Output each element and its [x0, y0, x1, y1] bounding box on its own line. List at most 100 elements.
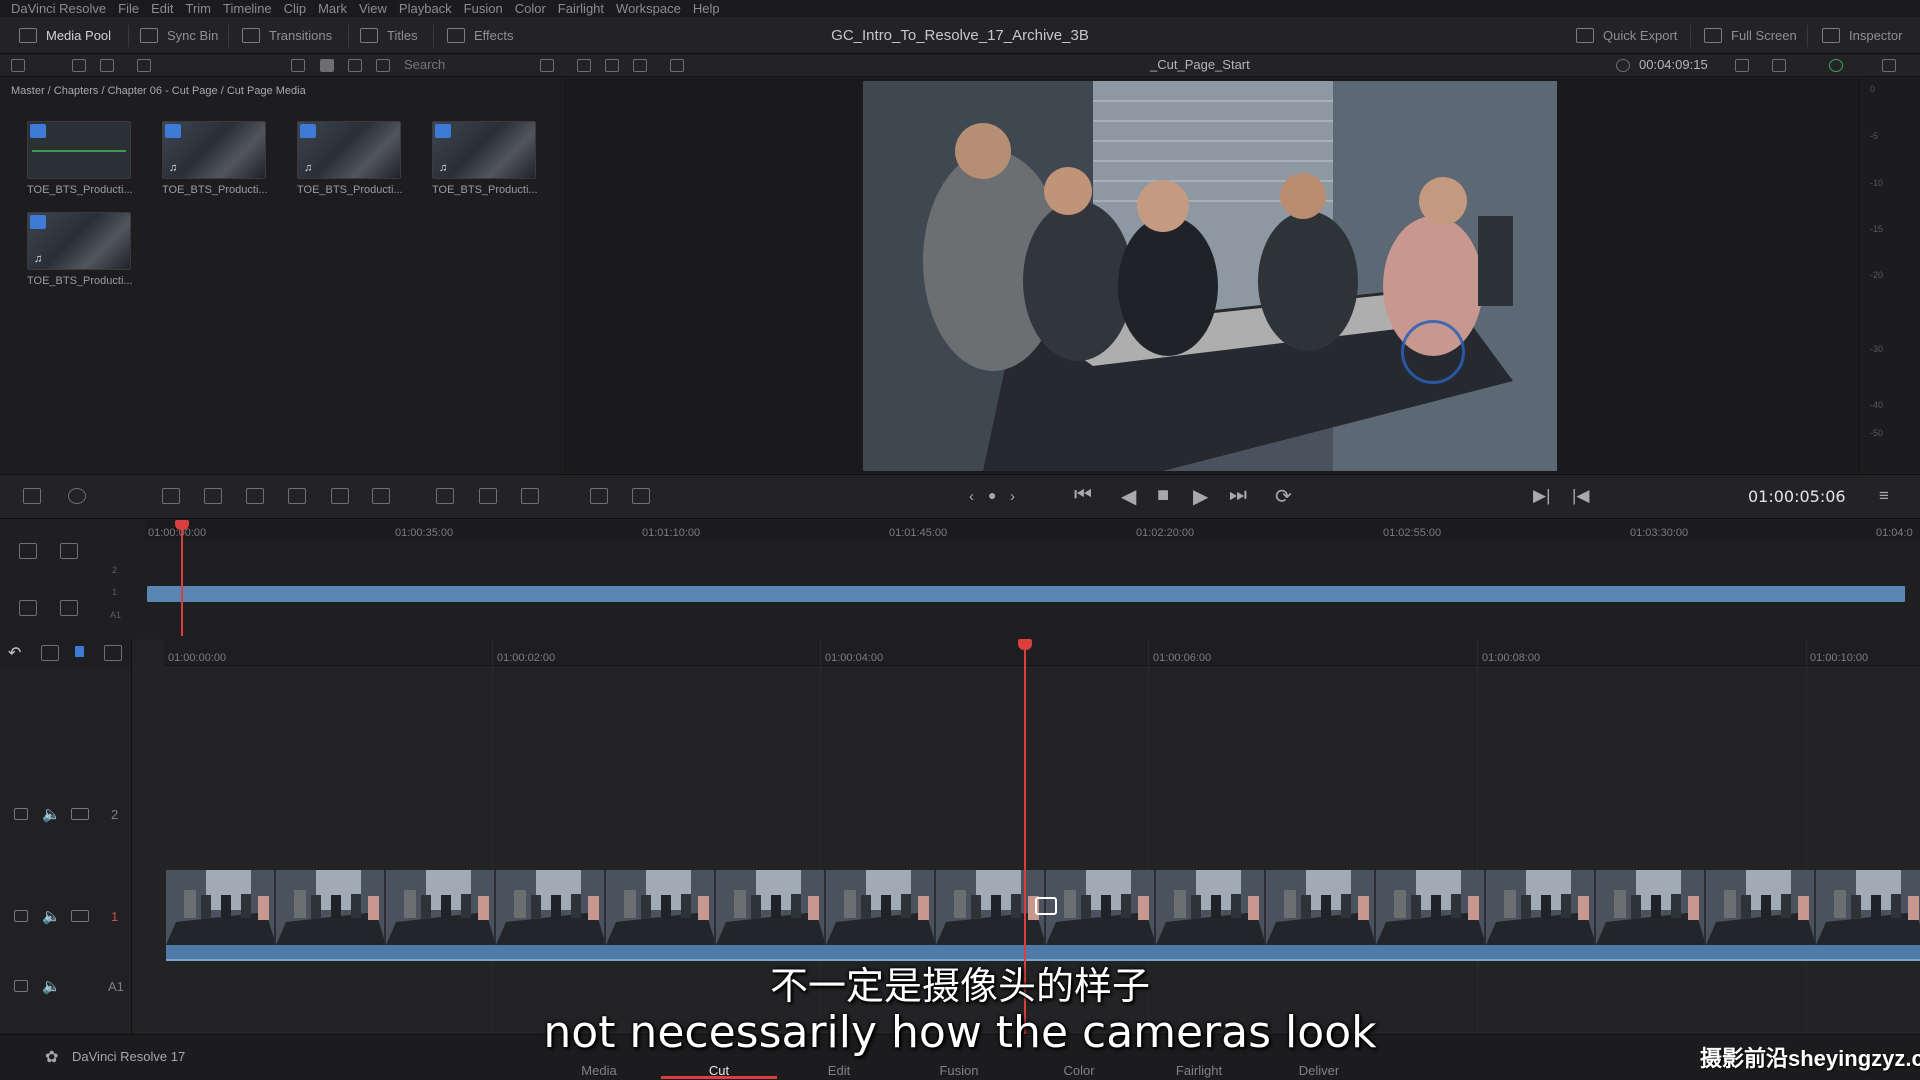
titles-button[interactable]: Titles — [360, 17, 418, 54]
media-clip[interactable]: TOE_BTS_Producti... — [27, 121, 135, 196]
page-tab-fairlight[interactable]: Fairlight — [1159, 1063, 1239, 1078]
list-view-icon[interactable] — [376, 59, 390, 72]
append-icon[interactable] — [162, 488, 180, 504]
speaker-icon[interactable]: 🔈 — [42, 977, 61, 995]
speaker-icon[interactable]: 🔈 — [42, 907, 61, 925]
menu-edit[interactable]: Edit — [151, 1, 173, 16]
go-to-end-icon[interactable]: ⏭ — [1229, 484, 1247, 507]
mark-out-icon[interactable]: |◀ — [1572, 486, 1590, 506]
thumbnail-view-icon[interactable] — [291, 59, 305, 72]
import-folder-icon[interactable] — [100, 59, 114, 72]
play-icon[interactable]: ▶ — [1193, 484, 1208, 509]
loop-icon[interactable]: ⟳ — [1275, 484, 1292, 509]
menu-timeline[interactable]: Timeline — [223, 1, 272, 16]
scissors-icon[interactable] — [68, 488, 86, 504]
track-visibility-icon[interactable] — [71, 808, 89, 820]
upper-playhead[interactable] — [181, 522, 183, 636]
menu-file[interactable]: File — [118, 1, 139, 16]
lock-icon[interactable] — [14, 980, 28, 992]
go-to-start-icon[interactable]: ⏮ — [1074, 484, 1092, 507]
menu-playback[interactable]: Playback — [399, 1, 452, 16]
menu-mark[interactable]: Mark — [318, 1, 347, 16]
close-up-icon[interactable] — [246, 488, 264, 504]
menu-app[interactable]: DaVinci Resolve — [11, 1, 106, 16]
sort-icon[interactable] — [540, 59, 554, 72]
sidebar-toggle-icon[interactable] — [11, 59, 25, 72]
audio-meter-toggle-icon[interactable] — [60, 600, 78, 616]
search-input[interactable]: Search — [404, 57, 445, 72]
audio-track-options-icon[interactable] — [19, 600, 37, 616]
lower-timeline[interactable] — [0, 639, 1920, 1034]
lock-icon[interactable] — [14, 808, 28, 820]
transform-icon[interactable] — [1772, 59, 1786, 72]
sync-status-icon[interactable] — [1829, 59, 1843, 72]
effects-button[interactable]: Effects — [447, 17, 514, 54]
overwrite-icon[interactable] — [372, 488, 390, 504]
marker-icon[interactable] — [75, 646, 84, 657]
track-zoom-icon[interactable] — [60, 543, 78, 559]
viewer-frame[interactable] — [863, 81, 1557, 471]
grid-view-icon[interactable] — [320, 59, 334, 72]
menu-workspace[interactable]: Workspace — [616, 1, 681, 16]
quick-export-button[interactable]: Quick Export — [1576, 17, 1677, 54]
upper-timeline-clip[interactable] — [147, 586, 1905, 602]
import-media-icon[interactable] — [72, 59, 86, 72]
track-visibility-icon[interactable] — [71, 910, 89, 922]
menu-trim[interactable]: Trim — [186, 1, 212, 16]
timeline-name-dropdown[interactable]: _Cut_Page_Start — [1150, 57, 1250, 72]
full-screen-button[interactable]: Full Screen — [1704, 17, 1797, 54]
page-tab-color[interactable]: Color — [1039, 1063, 1119, 1078]
timeline-audio-clip[interactable] — [166, 945, 1920, 961]
dissolve-icon[interactable] — [436, 488, 454, 504]
play-reverse-icon[interactable]: ◀ — [1121, 484, 1136, 509]
stop-icon[interactable]: ■ — [1157, 484, 1169, 507]
place-on-top-icon[interactable] — [288, 488, 306, 504]
menu-view[interactable]: View — [359, 1, 387, 16]
cut-transition-icon[interactable] — [521, 488, 539, 504]
menu-color[interactable]: Color — [515, 1, 546, 16]
audio-scrub-icon[interactable] — [41, 645, 59, 661]
media-clip[interactable]: ♫ TOE_BTS_Producti... — [432, 121, 540, 196]
track-height-icon[interactable] — [19, 543, 37, 559]
menu-fusion[interactable]: Fusion — [464, 1, 503, 16]
refresh-icon[interactable] — [137, 59, 151, 72]
volume-icon[interactable] — [1882, 59, 1896, 72]
page-tab-deliver[interactable]: Deliver — [1279, 1063, 1359, 1078]
jog-left-icon[interactable]: ‹ — [969, 488, 974, 505]
snap-icon[interactable]: ↶ — [8, 643, 21, 663]
source-overwrite-icon[interactable] — [331, 488, 349, 504]
page-tab-edit[interactable]: Edit — [799, 1063, 879, 1078]
media-clip[interactable]: ♫ TOE_BTS_Producti... — [27, 212, 135, 287]
source-tape-icon[interactable] — [577, 59, 591, 72]
breadcrumb[interactable]: Master / Chapters / Chapter 06 - Cut Pag… — [11, 85, 306, 97]
smart-insert-icon[interactable] — [23, 488, 41, 504]
media-clip[interactable]: ♫ TOE_BTS_Producti... — [162, 121, 270, 196]
lock-icon[interactable] — [14, 910, 28, 922]
smooth-cut-icon[interactable] — [479, 488, 497, 504]
timeline-options-icon[interactable] — [632, 488, 650, 504]
sync-bin-button[interactable]: Sync Bin — [140, 17, 218, 54]
clip-color-icon[interactable] — [104, 645, 122, 661]
page-tab-fusion[interactable]: Fusion — [919, 1063, 999, 1078]
ripple-overwrite-icon[interactable] — [204, 488, 222, 504]
mark-in-icon[interactable]: ▶| — [1533, 486, 1551, 506]
menu-help[interactable]: Help — [693, 1, 720, 16]
viewer-layout-icon[interactable] — [670, 59, 684, 72]
menu-clip[interactable]: Clip — [284, 1, 306, 16]
transitions-button[interactable]: Transitions — [242, 17, 332, 54]
safe-area-icon[interactable] — [605, 59, 619, 72]
lower-timeline-ruler[interactable] — [164, 639, 1920, 666]
strip-view-icon[interactable] — [348, 59, 362, 72]
lower-playhead[interactable] — [1024, 640, 1026, 1035]
viewer-mode-icon[interactable] — [590, 488, 608, 504]
jog-right-icon[interactable]: › — [1010, 488, 1015, 505]
media-pool-button[interactable]: Media Pool — [19, 17, 111, 54]
inspector-button[interactable]: Inspector — [1822, 17, 1902, 54]
options-menu-icon[interactable]: ≡ — [1879, 486, 1889, 506]
jog-dot-icon[interactable]: ● — [988, 487, 996, 503]
media-clip[interactable]: ♫ TOE_BTS_Producti... — [297, 121, 405, 196]
playback-settings-icon[interactable] — [1735, 59, 1749, 72]
page-tab-media[interactable]: Media — [559, 1063, 639, 1078]
menu-fairlight[interactable]: Fairlight — [558, 1, 604, 16]
speaker-icon[interactable]: 🔈 — [42, 805, 61, 823]
